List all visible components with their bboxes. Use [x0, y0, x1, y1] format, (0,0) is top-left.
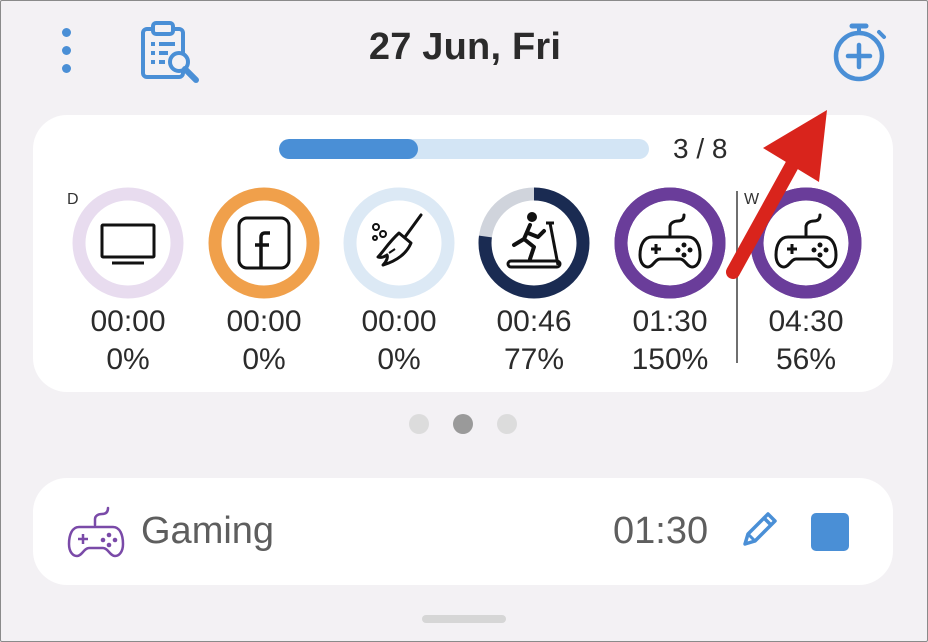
active-activity-card[interactable]: Gaming 01:30 [33, 478, 893, 585]
activity-ring [208, 187, 320, 299]
summary-card[interactable]: 3 / 8 D W 00:00 0% 00:00 0% 00:00 0% 00:… [33, 115, 893, 392]
activity-percent: 0% [377, 343, 421, 376]
add-timer-icon[interactable] [830, 20, 890, 84]
stop-button[interactable] [811, 513, 849, 551]
activity-item-treadmill[interactable]: 00:46 77% [474, 187, 594, 379]
activity-percent: 150% [631, 343, 709, 376]
treadmill-icon [506, 212, 562, 269]
activity-time: 04:30 [768, 305, 844, 338]
tv-icon [100, 223, 156, 265]
page-dot[interactable] [453, 414, 473, 434]
goals-progress-bar [279, 139, 649, 159]
daily-weekly-divider [736, 191, 738, 363]
activity-time: 01:30 [632, 305, 708, 338]
activity-item-facebook[interactable]: 00:00 0% [204, 187, 324, 379]
activity-item-gaming-weekly[interactable]: 04:30 56% [746, 187, 866, 379]
active-activity-label: Gaming [141, 510, 275, 552]
activity-percent: 77% [503, 343, 565, 376]
activity-item-gaming-daily[interactable]: 01:30 150% [610, 187, 730, 379]
activity-ring [72, 187, 184, 299]
activity-percent: 56% [775, 343, 837, 376]
page-dot[interactable] [409, 414, 429, 434]
activity-time: 00:00 [90, 305, 166, 338]
broom-icon [372, 213, 423, 267]
page-dot[interactable] [497, 414, 517, 434]
activity-percent: 0% [106, 343, 150, 376]
activity-time: 00:00 [361, 305, 437, 338]
activity-ring [343, 187, 455, 299]
gamepad-icon [774, 213, 838, 269]
activity-ring [478, 187, 590, 299]
active-activity-time: 01:30 [613, 510, 709, 552]
activity-item-tv[interactable]: 00:00 0% [68, 187, 188, 379]
goals-progress-text: 3 / 8 [673, 133, 728, 164]
page-title: 27 Jun, Fri [368, 26, 562, 68]
gamepad-icon [67, 506, 125, 558]
activity-percent: 0% [242, 343, 286, 376]
activity-item-cleaning[interactable]: 00:00 0% [339, 187, 459, 379]
kebab-menu-icon[interactable] [56, 26, 78, 76]
gamepad-icon [638, 213, 702, 269]
bottom-sheet-handle[interactable] [422, 615, 506, 623]
activity-ring [614, 187, 726, 299]
activity-time: 00:46 [496, 305, 572, 338]
activity-ring [750, 187, 862, 299]
facebook-icon [237, 216, 291, 270]
activity-time: 00:00 [226, 305, 302, 338]
clipboard-search-icon[interactable] [138, 20, 202, 84]
pencil-icon[interactable] [737, 508, 781, 552]
goals-progress-fill [279, 139, 418, 159]
